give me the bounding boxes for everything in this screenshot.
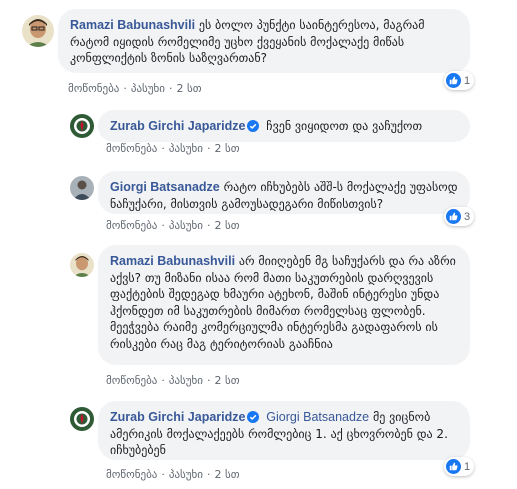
comment-bubble: Zurab Girchi Japaridze ჩვენ ვიყიდოთ და ვ… bbox=[98, 110, 470, 142]
mention-link[interactable]: Giorgi Batsanadze bbox=[266, 410, 369, 424]
timestamp[interactable]: 2 სთ bbox=[176, 82, 201, 95]
comment-actions: მოწონება · პასუხი · 2 სთ bbox=[106, 219, 240, 232]
reaction-badge[interactable]: 1 bbox=[444, 71, 475, 90]
avatar[interactable] bbox=[22, 15, 54, 47]
like-link[interactable]: მოწონება bbox=[106, 374, 157, 387]
thumbs-up-icon bbox=[446, 73, 461, 88]
comment-bubble: Ramazi Babunashvili ეს ბოლო პუნქტი საინტ… bbox=[58, 9, 470, 73]
reply-link[interactable]: პასუხი bbox=[169, 142, 203, 155]
comment-author[interactable]: Ramazi Babunashvili bbox=[110, 254, 235, 268]
like-link[interactable]: მოწონება bbox=[106, 468, 157, 481]
comment-bubble: Giorgi Batsanadze რატო იჩხუბებს აშშ-ს მო… bbox=[98, 171, 470, 214]
thumbs-up-icon bbox=[446, 209, 461, 224]
like-link[interactable]: მოწონება bbox=[106, 219, 157, 232]
timestamp[interactable]: 2 სთ bbox=[214, 374, 239, 387]
reply-link[interactable]: პასუხი bbox=[169, 374, 203, 387]
comment-author[interactable]: Ramazi Babunashvili bbox=[70, 18, 195, 32]
reply-link[interactable]: პასუხი bbox=[169, 219, 203, 232]
comment-author[interactable]: Giorgi Batsanadze bbox=[110, 180, 220, 194]
like-link[interactable]: მოწონება bbox=[106, 142, 157, 155]
comment-actions: მოწონება · პასუხი · 2 სთ bbox=[106, 468, 240, 481]
reaction-count: 1 bbox=[464, 74, 471, 87]
reply-link[interactable]: პასუხი bbox=[169, 468, 203, 481]
avatar[interactable] bbox=[70, 407, 94, 431]
comment-text: არ მიიღებენ მგ საჩუქარს და რა აზრი აქვს?… bbox=[110, 254, 456, 351]
comment-bubble: Zurab Girchi Japaridze Giorgi Batsanadze… bbox=[98, 401, 470, 460]
like-link[interactable]: მოწონება bbox=[68, 82, 119, 95]
comment-actions: მოწონება · პასუხი · 2 სთ bbox=[68, 82, 202, 95]
verified-badge-icon bbox=[247, 411, 260, 423]
avatar[interactable] bbox=[70, 176, 94, 200]
comment-author[interactable]: Zurab Girchi Japaridze bbox=[110, 410, 245, 424]
comment-actions: მოწონება · პასუხი · 2 სთ bbox=[106, 142, 240, 155]
reaction-count: 3 bbox=[464, 210, 471, 223]
avatar[interactable] bbox=[70, 253, 94, 277]
avatar[interactable] bbox=[70, 114, 94, 138]
timestamp[interactable]: 2 სთ bbox=[214, 219, 239, 232]
timestamp[interactable]: 2 სთ bbox=[214, 142, 239, 155]
reaction-badge[interactable]: 1 bbox=[444, 457, 475, 476]
comment-text: ჩვენ ვიყიდოთ და ვაჩუქოთ bbox=[266, 119, 423, 133]
timestamp[interactable]: 2 სთ bbox=[214, 468, 239, 481]
comment-bubble: Ramazi Babunashvili არ მიიღებენ მგ საჩუქ… bbox=[98, 245, 470, 365]
reaction-count: 1 bbox=[464, 460, 471, 473]
verified-badge-icon bbox=[247, 120, 260, 132]
reaction-badge[interactable]: 3 bbox=[444, 207, 475, 226]
comment-actions: მოწონება · პასუხი · 2 სთ bbox=[106, 374, 240, 387]
reply-link[interactable]: პასუხი bbox=[131, 82, 165, 95]
comment-author[interactable]: Zurab Girchi Japaridze bbox=[110, 119, 245, 133]
thumbs-up-icon bbox=[446, 459, 461, 474]
